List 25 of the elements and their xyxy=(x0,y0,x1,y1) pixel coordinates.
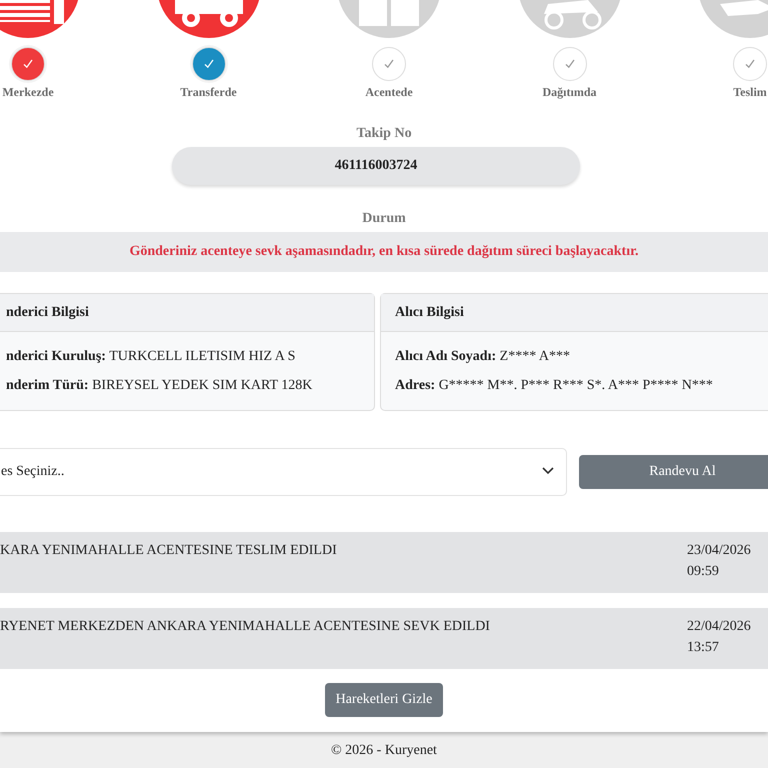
footer-text: © 2026 - Kuryenet xyxy=(331,743,437,758)
step-label: Merkezde xyxy=(2,85,54,100)
movement-date: 23/04/2026 xyxy=(687,543,752,559)
status-label: Durum xyxy=(361,211,407,227)
step-label: Dağıtımda xyxy=(542,85,596,100)
tracking-number-field: 461116003724 xyxy=(172,147,580,185)
movement-time: 09:59 xyxy=(687,564,720,580)
step-label: Acentede xyxy=(365,85,413,100)
info-field: nderim Türü: BIREYSEL YEDEK SIM KART 128K xyxy=(6,378,366,394)
hide-movements-button[interactable]: Hareketleri Gizle xyxy=(324,683,444,717)
card-title: nderici Bilgisi xyxy=(0,294,374,332)
movement-text: KARA YENIMAHALLE ACENTESINE TESLIM EDILDI xyxy=(0,543,337,560)
step-label: Transferde xyxy=(180,85,237,100)
movement-text: RYENET MERKEZDEN ANKARA YENIMAHALLE ACENTESINE SEVK EDILDI xyxy=(0,619,490,636)
movement-time: 13:57 xyxy=(687,640,720,656)
status-message: Gönderiniz acenteye sevk aşamasındadır, en kısa sürede dağıtım süreci başlayacaktır. xyxy=(0,232,768,272)
appointment-button[interactable]: Randevu Al xyxy=(579,455,768,489)
card-title: Alıcı Bilgisi xyxy=(381,294,768,332)
tracking-label: Takip No xyxy=(355,126,413,142)
info-field: Alıcı Adı Soyadı: Z**** A*** xyxy=(395,349,767,365)
info-field: nderici Kuruluş: TURKCELL ILETISIM HIZ A S xyxy=(6,349,366,365)
info-field: Adres: G***** M**. P*** R*** S*. A*** P**** N*** xyxy=(395,378,767,394)
branch-select[interactable]: es Seçiniz.. xyxy=(0,448,567,496)
step-label: Teslim xyxy=(733,85,767,100)
movement-date: 22/04/2026 xyxy=(687,619,752,635)
